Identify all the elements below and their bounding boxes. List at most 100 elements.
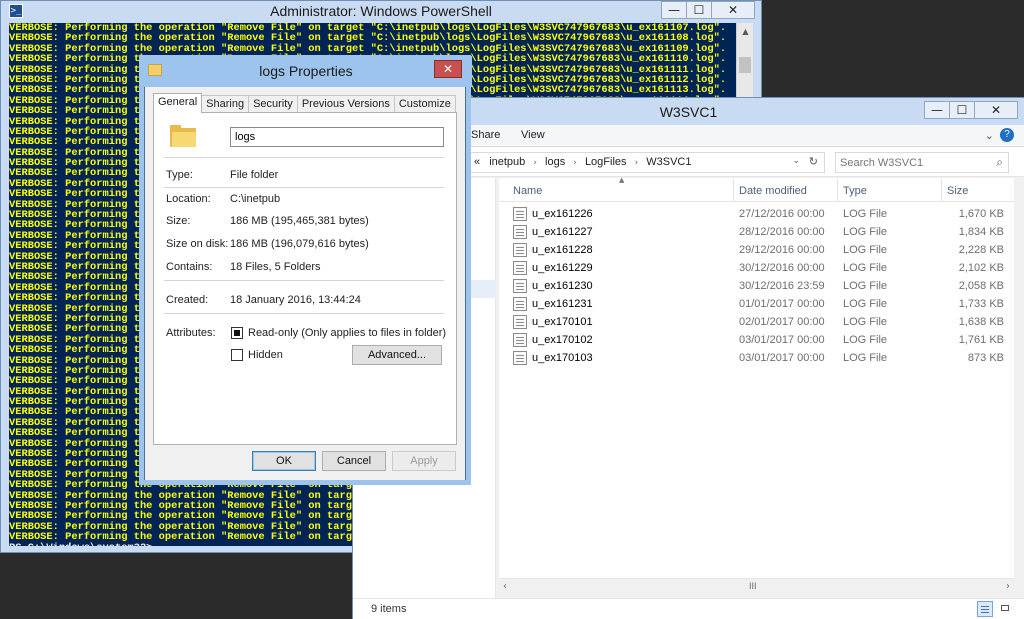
readonly-label[interactable]: Read-only (Only applies to files in fold… bbox=[248, 327, 446, 339]
file-date: 30/12/2016 00:00 bbox=[739, 262, 825, 274]
breadcrumb-item-logfiles[interactable]: LogFiles bbox=[585, 156, 627, 168]
close-button[interactable]: ✕ bbox=[974, 101, 1018, 119]
details-view-icon[interactable] bbox=[977, 601, 993, 617]
close-button[interactable]: ✕ bbox=[711, 1, 755, 19]
dialog-title: logs Properties bbox=[259, 63, 353, 79]
tab-customize[interactable]: Customize bbox=[393, 95, 456, 113]
file-size: 1,834 KB bbox=[958, 226, 1004, 238]
column-header-size[interactable]: Size bbox=[947, 185, 968, 197]
file-row[interactable]: u_ex170101 02/01/2017 00:00 LOG File 1,638 … bbox=[499, 313, 1014, 331]
file-row[interactable]: u_ex161230 30/12/2016 23:59 LOG File 2,058 … bbox=[499, 277, 1014, 295]
scrollbar-grip[interactable]: III bbox=[749, 581, 757, 591]
location-value: C:\inetpub bbox=[230, 193, 281, 205]
file-row[interactable]: u_ex170102 03/01/2017 00:00 LOG File 1,761 … bbox=[499, 331, 1014, 349]
minimize-button[interactable]: — bbox=[924, 101, 950, 119]
tab-previous-versions[interactable]: Previous Versions bbox=[296, 95, 395, 113]
address-dropdown-icon[interactable]: ⌄ bbox=[792, 156, 800, 166]
file-row[interactable]: u_ex161227 28/12/2016 00:00 LOG File 1,834 … bbox=[499, 223, 1014, 241]
breadcrumb-overflow-icon[interactable]: « bbox=[474, 156, 480, 168]
hidden-label[interactable]: Hidden bbox=[248, 349, 283, 361]
hidden-checkbox[interactable] bbox=[231, 349, 243, 361]
minimize-button[interactable]: — bbox=[661, 1, 687, 19]
divider bbox=[164, 313, 444, 314]
column-divider[interactable] bbox=[837, 178, 838, 202]
cancel-button[interactable]: Cancel bbox=[322, 451, 386, 471]
maximize-button[interactable]: ☐ bbox=[686, 1, 712, 19]
ribbon-tab-view[interactable]: View bbox=[521, 129, 545, 141]
column-header-name[interactable]: Name bbox=[513, 185, 542, 197]
file-size: 2,102 KB bbox=[958, 262, 1004, 274]
file-row[interactable]: u_ex161228 29/12/2016 00:00 LOG File 2,228 … bbox=[499, 241, 1014, 259]
file-type: LOG File bbox=[843, 298, 888, 310]
status-bar: 9 items bbox=[353, 598, 1024, 619]
file-name: u_ex161226 bbox=[532, 208, 593, 220]
chevron-right-icon[interactable]: › bbox=[635, 158, 639, 168]
file-type: LOG File bbox=[843, 244, 888, 256]
general-panel: Type: File folder Location: C:\inetpub S… bbox=[153, 112, 457, 445]
tab-security[interactable]: Security bbox=[248, 95, 298, 113]
item-count: 9 items bbox=[371, 603, 407, 615]
close-button[interactable]: ✕ bbox=[434, 60, 462, 78]
divider bbox=[164, 157, 444, 158]
ribbon-tab-share[interactable]: Share bbox=[471, 129, 500, 141]
ok-button[interactable]: OK bbox=[252, 451, 316, 471]
properties-dialog: logs Properties ✕ General Sharing Securi… bbox=[140, 56, 472, 480]
column-divider[interactable] bbox=[733, 178, 734, 202]
dialog-titlebar[interactable]: logs Properties ✕ bbox=[140, 56, 472, 87]
tab-general[interactable]: General bbox=[153, 93, 203, 113]
type-label: Type: bbox=[166, 169, 193, 181]
file-name: u_ex161231 bbox=[532, 298, 593, 310]
search-input[interactable] bbox=[840, 154, 990, 172]
tab-sharing[interactable]: Sharing bbox=[201, 95, 250, 113]
address-bar[interactable]: « inetpub › logs › LogFiles › W3SVC1 ⌄ ↻ bbox=[469, 152, 825, 173]
column-divider[interactable] bbox=[941, 178, 942, 202]
search-box: ⌕ bbox=[835, 152, 1009, 173]
contains-value: 18 Files, 5 Folders bbox=[230, 261, 321, 273]
chevron-right-icon[interactable]: › bbox=[533, 158, 537, 168]
powershell-window-controls: — ☐ ✕ bbox=[661, 1, 755, 19]
readonly-checkbox[interactable] bbox=[231, 327, 243, 339]
log-file-icon bbox=[513, 315, 527, 329]
breadcrumb-item-inetpub[interactable]: inetpub bbox=[489, 156, 525, 168]
column-headers: ▲ Name Date modified Type Size bbox=[499, 176, 1014, 202]
log-file-icon bbox=[513, 333, 527, 347]
column-header-date[interactable]: Date modified bbox=[739, 185, 807, 197]
scrollbar-thumb[interactable] bbox=[739, 57, 751, 73]
breadcrumb-item-w3svc1[interactable]: W3SVC1 bbox=[646, 156, 691, 168]
scroll-up-icon[interactable]: ▲ bbox=[737, 23, 754, 40]
advanced-button[interactable]: Advanced... bbox=[352, 345, 442, 365]
file-row[interactable]: u_ex161226 27/12/2016 00:00 LOG File 1,670 … bbox=[499, 205, 1014, 223]
search-icon[interactable]: ⌕ bbox=[996, 155, 1003, 170]
chevron-right-icon[interactable]: › bbox=[573, 158, 577, 168]
powershell-titlebar[interactable]: >_ Administrator: Windows PowerShell — ☐… bbox=[1, 1, 761, 21]
breadcrumb-item-logs[interactable]: logs bbox=[545, 156, 565, 168]
file-row[interactable]: u_ex161229 30/12/2016 00:00 LOG File 2,102 … bbox=[499, 259, 1014, 277]
apply-button[interactable]: Apply bbox=[392, 451, 456, 471]
horizontal-scrollbar[interactable]: ‹ III › bbox=[499, 578, 1014, 595]
created-label: Created: bbox=[166, 294, 209, 306]
sort-arrow-icon: ▲ bbox=[619, 176, 625, 184]
folder-name-input[interactable] bbox=[235, 128, 435, 146]
ribbon-expand-icon[interactable]: ⌄ bbox=[985, 129, 994, 142]
file-row[interactable]: u_ex170103 03/01/2017 00:00 LOG File 873 KB bbox=[499, 349, 1014, 367]
file-row[interactable]: u_ex161231 01/01/2017 00:00 LOG File 1,733 … bbox=[499, 295, 1014, 313]
dialog-body: General Sharing Security Previous Versio… bbox=[145, 87, 465, 480]
refresh-icon[interactable]: ↻ bbox=[809, 155, 818, 168]
size-value: 186 MB (195,465,381 bytes) bbox=[230, 215, 369, 227]
maximize-button[interactable]: ☐ bbox=[949, 101, 975, 119]
file-type: LOG File bbox=[843, 226, 888, 238]
log-file-icon bbox=[513, 243, 527, 257]
large-icons-view-icon[interactable] bbox=[997, 601, 1013, 617]
file-size: 1,733 KB bbox=[958, 298, 1004, 310]
column-header-type[interactable]: Type bbox=[843, 185, 867, 197]
scroll-left-icon[interactable]: ‹ bbox=[503, 581, 507, 592]
scroll-right-icon[interactable]: › bbox=[1006, 581, 1010, 592]
file-type: LOG File bbox=[843, 352, 888, 364]
created-value: 18 January 2016, 13:44:24 bbox=[230, 294, 361, 306]
file-size: 2,058 KB bbox=[958, 280, 1004, 292]
help-icon[interactable]: ? bbox=[1000, 128, 1014, 142]
file-type: LOG File bbox=[843, 316, 888, 328]
file-type: LOG File bbox=[843, 208, 888, 220]
contains-label: Contains: bbox=[166, 261, 213, 273]
file-name: u_ex170103 bbox=[532, 352, 593, 364]
